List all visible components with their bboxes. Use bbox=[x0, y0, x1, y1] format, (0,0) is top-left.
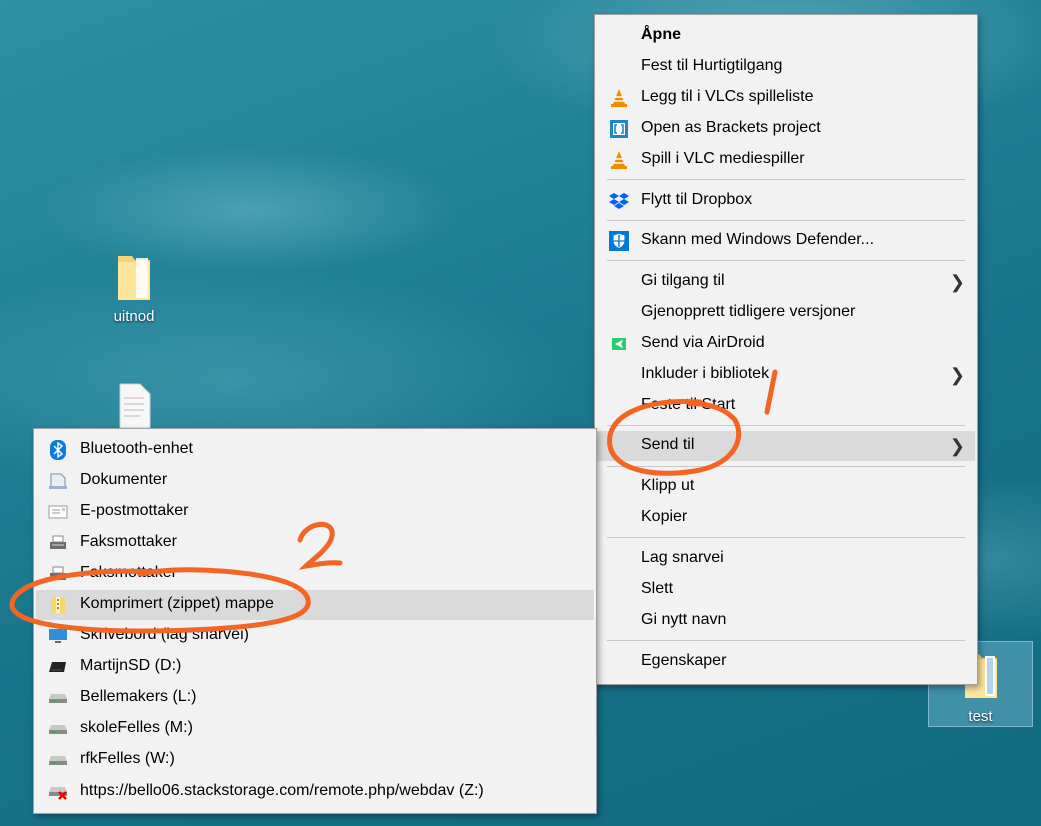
desktop-icon-uitnod[interactable]: uitnod bbox=[86, 250, 182, 325]
menu-item-copy[interactable]: Kopier bbox=[597, 503, 975, 533]
desktop-icon bbox=[48, 626, 68, 646]
documents-icon bbox=[48, 471, 68, 491]
menu-item-cut[interactable]: Klipp ut bbox=[597, 472, 975, 502]
menu-item-create-shortcut[interactable]: Lag snarvei bbox=[597, 544, 975, 574]
fax-icon bbox=[48, 533, 68, 553]
menu-item-airdroid[interactable]: Send via AirDroid bbox=[597, 329, 975, 359]
send-to-drive-z[interactable]: https://bello06.stackstorage.com/remote.… bbox=[36, 777, 594, 807]
menu-item-rename[interactable]: Gi nytt navn bbox=[597, 606, 975, 636]
send-to-fax-1[interactable]: Faksmottaker bbox=[36, 528, 594, 558]
chevron-right-icon: ❯ bbox=[949, 272, 965, 292]
send-to-documents[interactable]: Dokumenter bbox=[36, 466, 594, 496]
send-to-bluetooth[interactable]: Bluetooth-enhet bbox=[36, 435, 594, 465]
send-to-fax-2[interactable]: Faksmottaker bbox=[36, 559, 594, 589]
context-menu: Åpne Fest til Hurtigtilgang Legg til i V… bbox=[594, 14, 978, 685]
menu-separator bbox=[607, 260, 965, 261]
vlc-icon bbox=[609, 150, 629, 170]
send-to-email[interactable]: E-postmottaker bbox=[36, 497, 594, 527]
airdroid-icon bbox=[609, 334, 629, 354]
menu-item-send-to[interactable]: Send til ❯ bbox=[597, 431, 975, 461]
menu-separator bbox=[607, 425, 965, 426]
send-to-compressed-folder[interactable]: Komprimert (zippet) mappe bbox=[36, 590, 594, 620]
send-to-drive-d[interactable]: MartijnSD (D:) bbox=[36, 652, 594, 682]
send-to-drive-m[interactable]: skoleFelles (M:) bbox=[36, 714, 594, 744]
menu-item-brackets[interactable]: Open as Brackets project bbox=[597, 114, 975, 144]
document-icon bbox=[114, 382, 154, 429]
shield-icon bbox=[609, 231, 629, 251]
menu-separator bbox=[607, 537, 965, 538]
menu-item-properties[interactable]: Egenskaper bbox=[597, 647, 975, 677]
network-drive-icon bbox=[48, 719, 68, 739]
menu-separator bbox=[607, 466, 965, 467]
menu-separator bbox=[607, 179, 965, 180]
menu-item-delete[interactable]: Slett bbox=[597, 575, 975, 605]
brackets-icon bbox=[609, 119, 629, 139]
menu-item-include-library[interactable]: Inkluder i bibliotek ❯ bbox=[597, 360, 975, 390]
menu-item-pin-quick-access[interactable]: Fest til Hurtigtilgang bbox=[597, 52, 975, 82]
menu-separator bbox=[607, 640, 965, 641]
disconnected-drive-icon bbox=[48, 782, 68, 802]
menu-separator bbox=[607, 220, 965, 221]
menu-item-dropbox[interactable]: Flytt til Dropbox bbox=[597, 186, 975, 216]
desktop-icon-label: uitnod bbox=[113, 308, 155, 325]
send-to-desktop-shortcut[interactable]: Skrivebord (lag snarvei) bbox=[36, 621, 594, 651]
email-icon bbox=[48, 502, 68, 522]
send-to-drive-l[interactable]: Bellemakers (L:) bbox=[36, 683, 594, 713]
menu-item-vlc-play[interactable]: Spill i VLC mediespiller bbox=[597, 145, 975, 175]
sd-card-icon bbox=[48, 657, 68, 677]
folder-icon bbox=[112, 250, 156, 304]
menu-item-open[interactable]: Åpne bbox=[597, 21, 975, 51]
menu-item-give-access[interactable]: Gi tilgang til ❯ bbox=[597, 267, 975, 297]
vlc-icon bbox=[609, 88, 629, 108]
chevron-right-icon: ❯ bbox=[949, 436, 965, 456]
network-drive-icon bbox=[48, 750, 68, 770]
menu-item-defender[interactable]: Skann med Windows Defender... bbox=[597, 226, 975, 256]
send-to-submenu: Bluetooth-enhet Dokumenter E-postmottake… bbox=[33, 428, 597, 814]
send-to-drive-w[interactable]: rfkFelles (W:) bbox=[36, 745, 594, 775]
zip-folder-icon bbox=[48, 595, 68, 615]
desktop-icon-document[interactable] bbox=[86, 382, 182, 432]
menu-item-restore-versions[interactable]: Gjenopprett tidligere versjoner bbox=[597, 298, 975, 328]
dropbox-icon bbox=[609, 191, 629, 211]
network-drive-icon bbox=[48, 688, 68, 708]
menu-item-vlc-add-playlist[interactable]: Legg til i VLCs spilleliste bbox=[597, 83, 975, 113]
bluetooth-icon bbox=[48, 440, 68, 460]
menu-item-pin-start[interactable]: Feste til Start bbox=[597, 391, 975, 421]
chevron-right-icon: ❯ bbox=[949, 365, 965, 385]
fax-icon bbox=[48, 564, 68, 584]
desktop-icon-label: test bbox=[968, 708, 993, 725]
